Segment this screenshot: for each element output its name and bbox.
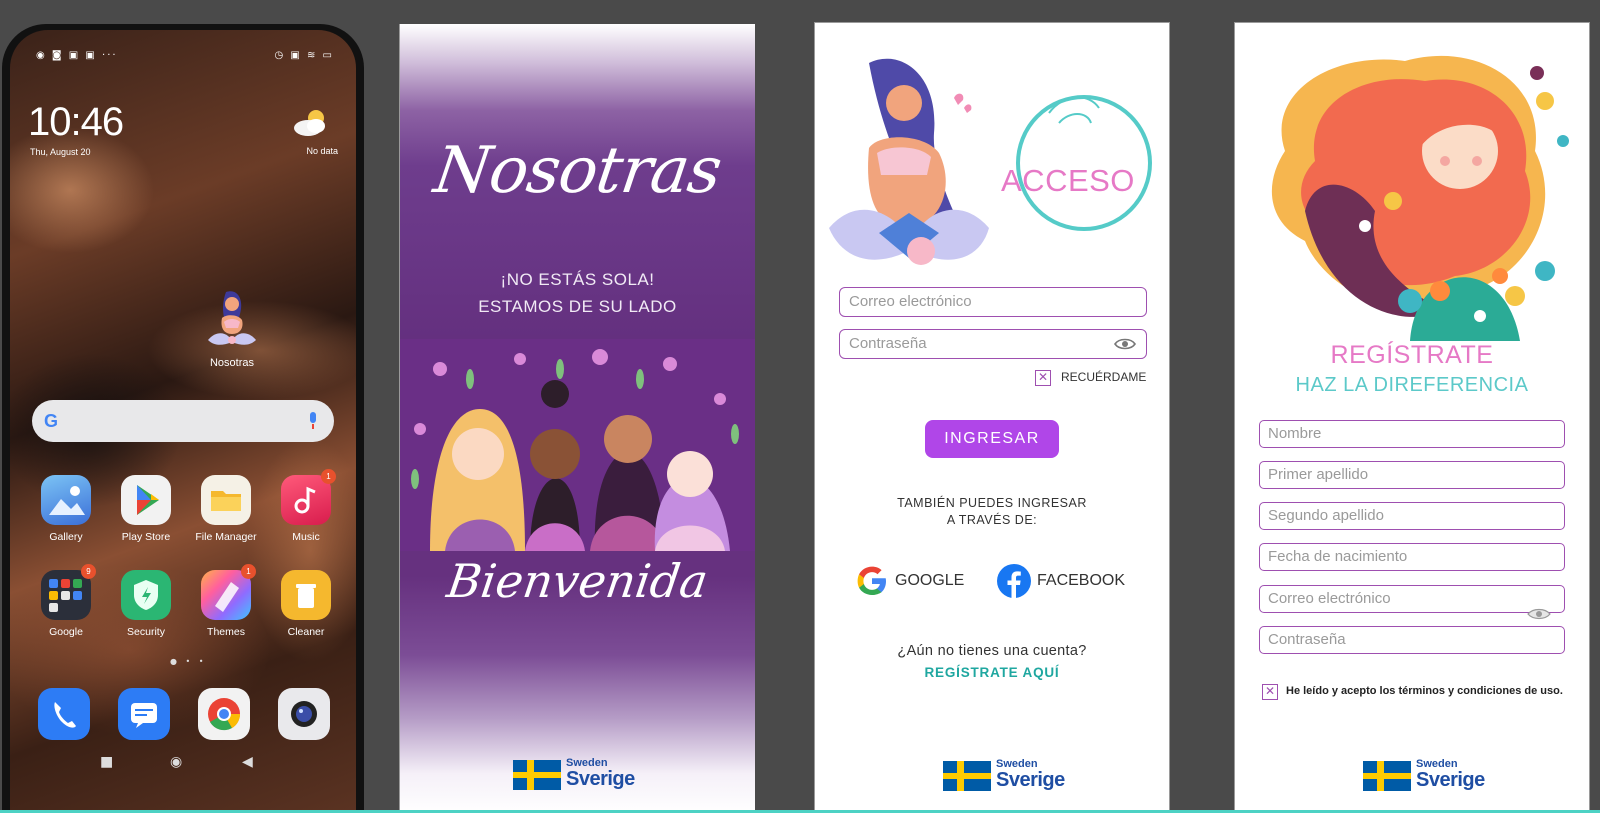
app-title: Nosotras: [429, 134, 726, 208]
app-nosotras[interactable]: Nosotras: [192, 288, 272, 369]
login-title: ACCESO: [1001, 163, 1135, 198]
app-label: Themes: [207, 626, 245, 638]
microphone-icon[interactable]: [308, 412, 318, 430]
app-label: Security: [127, 626, 165, 638]
folder-icon: [201, 475, 251, 525]
logo-big-text: Sverige: [1416, 769, 1485, 791]
status-icons-left: ◉ ◙ ▣ ▣ ···: [36, 50, 118, 61]
app-cleaner[interactable]: Cleaner: [266, 570, 346, 638]
remember-me-checkbox[interactable]: ✕: [1035, 370, 1051, 386]
app-google-folder[interactable]: 9 Google: [26, 564, 106, 638]
music-icon: 1: [281, 469, 336, 525]
camera-icon[interactable]: [278, 688, 330, 740]
splash-screen: Nosotras ¡NO ESTÁS SOLA! ESTAMOS DE SU L…: [399, 24, 755, 813]
gallery-icon: [41, 475, 91, 525]
sweden-flag-icon: [513, 760, 561, 790]
women-group-illustration: [400, 339, 755, 551]
phone-home-screen: ◉ ◙ ▣ ▣ ··· ◷ ▣ ≋ ▭ 10:46 Thu, August 20…: [10, 30, 356, 813]
terms-checkbox[interactable]: ✕: [1262, 684, 1278, 700]
home-button[interactable]: ◉: [170, 754, 182, 770]
sweden-flag-icon: [1363, 761, 1411, 791]
app-nosotras-label: Nosotras: [209, 357, 255, 369]
app-music[interactable]: 1 Music: [266, 469, 346, 543]
google-g-icon: G: [44, 411, 59, 431]
notification-badge: 1: [321, 469, 336, 484]
google-icon: [857, 566, 886, 595]
app-label: File Manager: [195, 531, 257, 543]
login-button[interactable]: INGRESAR: [925, 420, 1059, 458]
sweden-sverige-logo: Sweden Sverige: [943, 756, 1065, 796]
trash-bin-icon: [281, 570, 331, 620]
register-title: REGÍSTRATE: [1330, 341, 1494, 369]
clock-widget[interactable]: 10:46: [28, 100, 124, 145]
register-screen: REGÍSTRATE HAZ LA DIREFERENCIA Nombre Pr…: [1234, 22, 1590, 813]
password-placeholder: Contraseña: [849, 335, 927, 352]
register-link[interactable]: REGÍSTRATE AQUÍ: [815, 665, 1169, 680]
back-button[interactable]: ◀: [242, 754, 253, 770]
social-hint-line-1: TAMBIÉN PUEDES INGRESAR: [897, 496, 1087, 510]
recent-apps-button[interactable]: ■: [100, 754, 113, 770]
social-hint-line-2: A TRAVÉS DE:: [946, 513, 1038, 527]
facebook-icon: [997, 564, 1031, 598]
logo-big-text: Sverige: [996, 769, 1065, 791]
app-file-manager[interactable]: File Manager: [186, 475, 266, 543]
messages-icon[interactable]: [118, 688, 170, 740]
app-label: Play Store: [121, 531, 171, 543]
status-bar: ◉ ◙ ▣ ▣ ··· ◷ ▣ ≋ ▭: [36, 50, 334, 64]
app-label: Google: [49, 626, 83, 638]
sweden-sverige-logo: Sweden Sverige: [1363, 756, 1485, 796]
date-label: Thu, August 20: [30, 147, 91, 157]
facebook-login-button[interactable]: FACEBOOK: [997, 564, 1137, 598]
phone-call-icon[interactable]: [38, 688, 90, 740]
register-subtitle: HAZ LA DIREFERENCIA: [1295, 374, 1529, 396]
terms-label: He leído y acepto los términos y condici…: [1286, 685, 1563, 697]
google-folder-icon: 9: [41, 564, 96, 620]
tagline-line-1: ¡NO ESTÁS SOLA!: [500, 270, 655, 289]
app-security[interactable]: Security: [106, 570, 186, 638]
eye-icon[interactable]: [1527, 607, 1551, 621]
weather-label: No data: [306, 146, 338, 156]
social-login-hint: TAMBIÉN PUEDES INGRESAR A TRAVÉS DE:: [815, 495, 1169, 529]
birth-date-field[interactable]: Fecha de nacimiento: [1259, 543, 1565, 571]
app-label: Gallery: [49, 531, 83, 543]
shield-icon: [121, 570, 171, 620]
no-account-text: ¿Aún no tienes una cuenta?: [897, 643, 1087, 659]
login-screen: ACCESO Correo electrónico Contraseña ✕ R…: [814, 22, 1170, 813]
second-surname-field[interactable]: Segundo apellido: [1259, 502, 1565, 530]
facebook-login-label: FACEBOOK: [1037, 572, 1126, 589]
notification-badge: 1: [241, 564, 256, 579]
red-haired-woman-illustration: [1271, 55, 1569, 341]
remember-me-label: RECUÉRDAME: [1061, 370, 1147, 384]
first-name-field[interactable]: Nombre: [1259, 420, 1565, 448]
email-field[interactable]: Correo electrónico: [839, 287, 1147, 317]
chrome-icon[interactable]: [198, 688, 250, 740]
themes-brush-icon: 1: [201, 564, 256, 620]
app-themes[interactable]: 1 Themes: [186, 564, 266, 638]
welcome-title: Bienvenida: [443, 554, 712, 608]
logo-big-text: Sverige: [566, 768, 635, 790]
password-field[interactable]: Contraseña: [839, 329, 1147, 359]
google-search-bar[interactable]: G: [32, 400, 334, 442]
google-login-button[interactable]: GOOGLE: [855, 564, 975, 598]
weather-cloud-icon[interactable]: [290, 108, 330, 138]
tagline: ¡NO ESTÁS SOLA! ESTAMOS DE SU LADO: [400, 266, 755, 320]
phone-mockup: ◉ ◙ ▣ ▣ ··· ◷ ▣ ≋ ▭ 10:46 Thu, August 20…: [2, 24, 364, 813]
nosotras-app-icon: [208, 291, 256, 345]
app-label: Music: [292, 531, 320, 543]
notification-badge: 9: [81, 564, 96, 579]
status-icons-right: ◷ ▣ ≋ ▭: [274, 50, 334, 61]
app-play-store[interactable]: Play Store: [106, 475, 186, 543]
email-field[interactable]: Correo electrónico: [1259, 585, 1565, 613]
password-field[interactable]: Contraseña: [1259, 626, 1565, 654]
first-surname-field[interactable]: Primer apellido: [1259, 461, 1565, 489]
google-login-label: GOOGLE: [895, 572, 965, 589]
sweden-flag-icon: [943, 761, 991, 791]
eye-icon[interactable]: [1114, 337, 1136, 351]
page-indicator: ● • •: [170, 657, 207, 666]
app-label: Cleaner: [287, 626, 325, 638]
app-gallery[interactable]: Gallery: [26, 475, 106, 543]
sweden-sverige-logo: Sweden Sverige: [513, 755, 635, 795]
play-store-icon: [121, 475, 171, 525]
tagline-line-2: ESTAMOS DE SU LADO: [478, 297, 677, 316]
